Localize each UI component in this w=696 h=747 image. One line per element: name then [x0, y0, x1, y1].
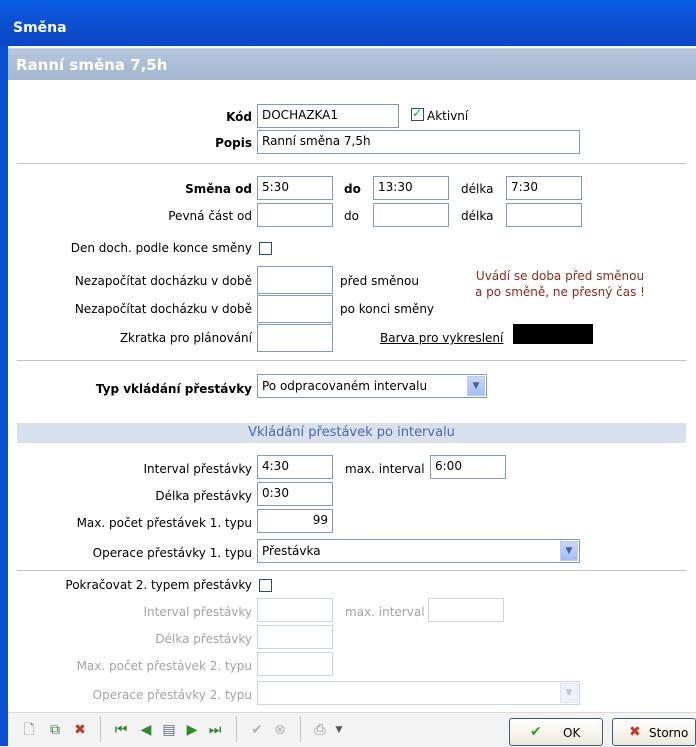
- separator: [17, 360, 686, 361]
- note-line-2: a po směně, ne přesný čas !: [475, 285, 645, 299]
- pevna-delka-field[interactable]: [506, 203, 582, 227]
- note-line-1: Uvádí se doba před směnou: [475, 269, 645, 283]
- smena-delka-label: délka: [461, 182, 494, 196]
- max-interval-field[interactable]: 6:00: [430, 455, 506, 479]
- delka-prestavky-field[interactable]: 0:30: [257, 482, 333, 506]
- operace-1-value: Přestávka: [262, 544, 321, 558]
- pevna-od-field[interactable]: [257, 203, 333, 227]
- max-pocet-1-label: Max. počet přestávek 1. typu: [76, 516, 252, 530]
- popis-label: Popis: [215, 136, 252, 150]
- aktivni-checkbox[interactable]: [411, 106, 424, 121]
- cancel-icon[interactable]: ⊗: [272, 722, 288, 738]
- smena-do-field[interactable]: 13:30: [373, 176, 449, 200]
- storno-button-label: Storno: [649, 726, 689, 740]
- pevna-do-label: do: [344, 209, 359, 223]
- max-interval-2-label: max. interval: [345, 605, 425, 619]
- typ-vkladani-value: Po odpracovaném intervalu: [262, 379, 428, 393]
- aktivni-label: Aktivní: [427, 109, 469, 123]
- chevron-down-icon[interactable]: ▼: [331, 722, 347, 738]
- toolbar-separator: [100, 716, 101, 742]
- chevron-down-icon: ▼: [560, 683, 578, 703]
- interval-prestavky-2-label: Interval přestávky: [143, 605, 252, 619]
- nezapocitat-pred-field[interactable]: [257, 266, 333, 294]
- check-icon: ✔: [530, 724, 542, 740]
- delete-record-icon[interactable]: ✖: [72, 722, 88, 738]
- chevron-down-icon[interactable]: ▼: [560, 541, 578, 561]
- smena-od-field[interactable]: 5:30: [257, 176, 333, 200]
- toolbar-separator: [300, 716, 301, 742]
- delka-prestavky-2-label: Délka přestávky: [155, 632, 252, 646]
- zkratka-field[interactable]: [257, 324, 333, 352]
- window-frame-left: [0, 46, 8, 746]
- typ-vkladani-select[interactable]: Po odpracovaném intervalu ▼: [257, 374, 487, 398]
- typ-vkladani-label: Typ vkládání přestávky: [95, 382, 252, 396]
- confirm-icon[interactable]: ✔: [249, 722, 265, 738]
- interval-prestavky-field[interactable]: 4:30: [257, 455, 333, 479]
- nezapocitat-po-label: Nezapočítat docházku v době: [74, 302, 252, 316]
- print-icon[interactable]: ⎙: [312, 722, 328, 738]
- den-doch-label: Den doch. podle konce směny: [70, 241, 252, 255]
- ok-button[interactable]: ✔ OK: [509, 718, 603, 746]
- smena-delka-field[interactable]: 7:30: [506, 176, 582, 200]
- pred-smenou-label: před směnou: [340, 274, 419, 288]
- delka-prestavky-2-field: [257, 625, 333, 649]
- smena-od-label: Směna od: [185, 182, 252, 196]
- pokracovat-checkbox[interactable]: [259, 579, 272, 592]
- nezapocitat-po-field[interactable]: [257, 295, 333, 323]
- kod-field[interactable]: DOCHAZKA1: [257, 104, 399, 128]
- chevron-down-icon[interactable]: ▼: [467, 376, 485, 396]
- copy-record-icon[interactable]: ⧉: [47, 722, 63, 738]
- new-record-icon[interactable]: 🗋: [21, 722, 37, 738]
- operace-2-select: ▼: [257, 681, 580, 705]
- max-interval-label: max. interval: [345, 462, 425, 476]
- pevna-do-field[interactable]: [373, 203, 449, 227]
- max-pocet-2-field: [257, 652, 333, 676]
- edit-record-icon[interactable]: ▤: [161, 722, 177, 738]
- po-konci-label: po konci směny: [340, 302, 435, 316]
- last-record-icon[interactable]: ⏭: [207, 722, 223, 738]
- previous-record-icon[interactable]: ◀: [138, 722, 154, 738]
- popis-field[interactable]: Ranní směna 7,5h: [257, 130, 580, 154]
- max-pocet-1-field[interactable]: 99: [257, 509, 333, 533]
- operace-1-select[interactable]: Přestávka ▼: [257, 539, 580, 563]
- first-record-icon[interactable]: ⏮: [113, 722, 129, 738]
- interval-prestavky-2-field: [257, 598, 333, 622]
- toolbar-separator: [236, 716, 237, 742]
- separator: [17, 163, 686, 164]
- den-doch-checkbox[interactable]: [259, 242, 272, 255]
- record-header-title: Ranní směna 7,5h: [16, 56, 168, 74]
- smena-do-label: do: [344, 182, 361, 196]
- storno-button[interactable]: ✖ Storno: [612, 718, 696, 746]
- pevna-delka-label: délka: [461, 209, 494, 223]
- barva-link[interactable]: Barva pro vykreslení: [380, 331, 503, 345]
- close-icon: ✖: [629, 724, 641, 740]
- zkratka-label: Zkratka pro plánování: [119, 331, 252, 345]
- pokracovat-label: Pokračovat 2. typem přestávky: [65, 578, 252, 592]
- barva-swatch[interactable]: [513, 324, 593, 344]
- section-title: Vkládání přestávek po intervalu: [17, 423, 686, 443]
- interval-prestavky-label: Interval přestávky: [143, 462, 252, 476]
- note-text: Uvádí se doba před směnou a po směně, ne…: [440, 268, 680, 300]
- max-pocet-2-label: Max. počet přestávek 2. typu: [76, 659, 252, 673]
- next-record-icon[interactable]: ▶: [184, 722, 200, 738]
- delka-prestavky-label: Délka přestávky: [155, 489, 252, 503]
- pevna-od-label: Pevná část od: [168, 209, 252, 223]
- window-title: Směna: [13, 20, 67, 36]
- kod-label: Kód: [226, 110, 252, 124]
- window-title-bar[interactable]: [0, 0, 696, 46]
- operace-1-label: Operace přestávky 1. typu: [92, 546, 252, 560]
- separator: [17, 570, 686, 571]
- max-interval-2-field: [428, 598, 504, 622]
- operace-2-label: Operace přestávky 2. typu: [92, 688, 252, 702]
- ok-button-label: OK: [563, 726, 581, 740]
- nezapocitat-pred-label: Nezapočítat docházku v době: [74, 274, 252, 288]
